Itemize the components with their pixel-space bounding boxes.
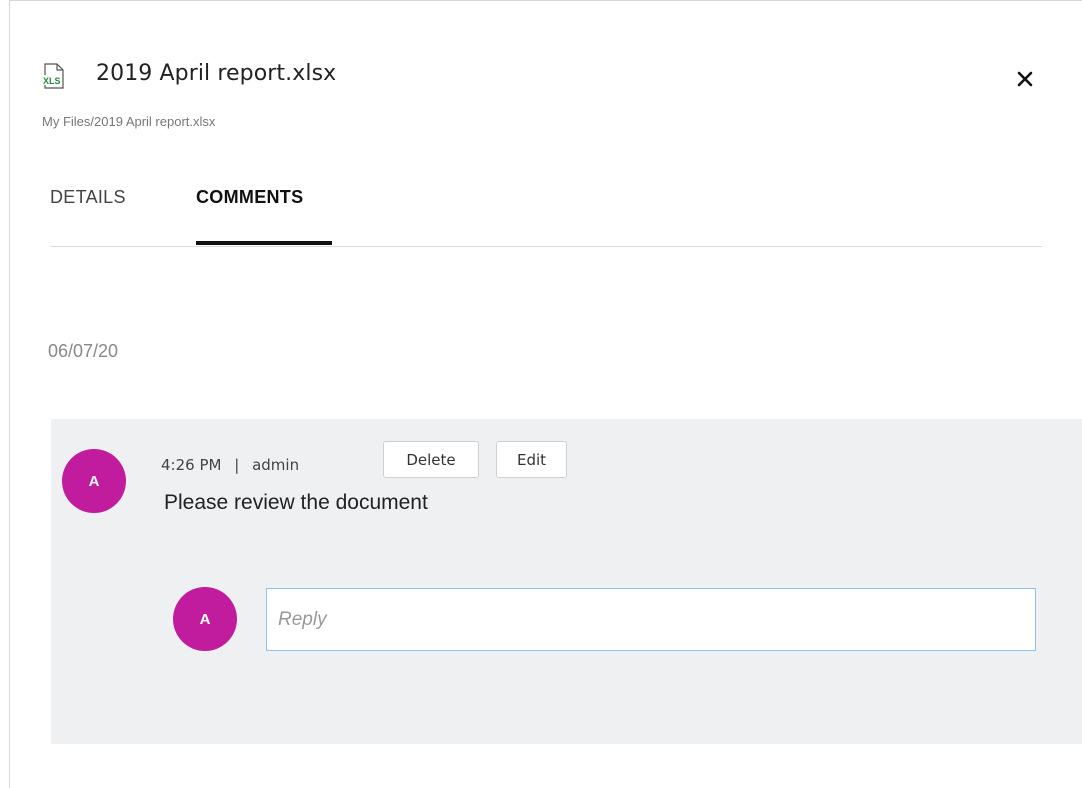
delete-button[interactable]: Delete bbox=[383, 441, 479, 478]
tab-comments[interactable]: COMMENTS bbox=[196, 187, 303, 245]
tab-bar: DETAILS COMMENTS bbox=[50, 187, 1042, 247]
breadcrumb: My Files/2019 April report.xlsx bbox=[42, 114, 216, 129]
file-title: 2019 April report.xlsx bbox=[96, 61, 337, 86]
active-tab-indicator bbox=[196, 241, 332, 245]
reply-input[interactable] bbox=[266, 588, 1036, 651]
comment-meta: 4:26 PM | admin bbox=[161, 456, 299, 474]
edit-button[interactable]: Edit bbox=[496, 441, 567, 478]
close-icon[interactable] bbox=[1013, 67, 1037, 91]
xls-file-icon: XLS bbox=[42, 62, 66, 90]
reply-avatar: A bbox=[173, 587, 237, 651]
svg-text:XLS: XLS bbox=[43, 76, 61, 86]
tab-details[interactable]: DETAILS bbox=[50, 187, 126, 245]
meta-separator: | bbox=[234, 456, 240, 474]
file-details-panel: XLS 2019 April report.xlsx My Files/2019… bbox=[9, 0, 1082, 788]
avatar: A bbox=[62, 449, 126, 513]
comment-text: Please review the document bbox=[164, 491, 428, 514]
comment-author: admin bbox=[252, 456, 300, 474]
comment-thread: A 4:26 PM | admin Delete Edit Please rev… bbox=[51, 419, 1082, 744]
comment-time: 4:26 PM bbox=[161, 456, 222, 474]
comment-date-header: 06/07/20 bbox=[48, 341, 119, 361]
